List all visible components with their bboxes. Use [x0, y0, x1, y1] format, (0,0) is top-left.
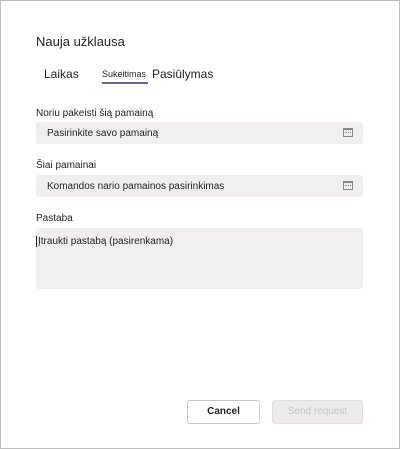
note-placeholder: Įtraukti pastabą (pasirenkama)	[36, 236, 174, 247]
cancel-button[interactable]: Cancel	[187, 400, 260, 424]
dialog-title: Nauja užklausa	[36, 34, 125, 49]
calendar-icon[interactable]	[343, 181, 353, 190]
send-request-button[interactable]: Send request	[272, 400, 363, 424]
tab-swap[interactable]: Sukeitimas	[102, 69, 146, 79]
tab-offer[interactable]: Pasiūlymas	[152, 67, 213, 81]
target-shift-picker[interactable]: Komandos nario pamainos pasirinkimas	[36, 175, 363, 197]
target-shift-placeholder: Komandos nario pamainos pasirinkimas	[47, 181, 225, 192]
note-textarea[interactable]: Įtraukti pastabą (pasirenkama)	[36, 228, 363, 289]
swap-shift-placeholder: Pasirinkite savo pamainą	[47, 128, 159, 139]
active-tab-indicator	[102, 82, 148, 84]
tab-time-off[interactable]: Laikas	[44, 67, 79, 81]
target-shift-label: Šiai pamainai	[36, 160, 97, 171]
calendar-icon[interactable]	[343, 128, 353, 137]
swap-shift-picker[interactable]: Pasirinkite savo pamainą	[36, 122, 363, 144]
note-label: Pastaba	[36, 213, 73, 224]
new-request-dialog: Nauja užklausa Laikas Sukeitimas Pasiūly…	[0, 0, 400, 449]
swap-shift-label: Noriu pakeisti šią pamainą	[36, 108, 154, 119]
